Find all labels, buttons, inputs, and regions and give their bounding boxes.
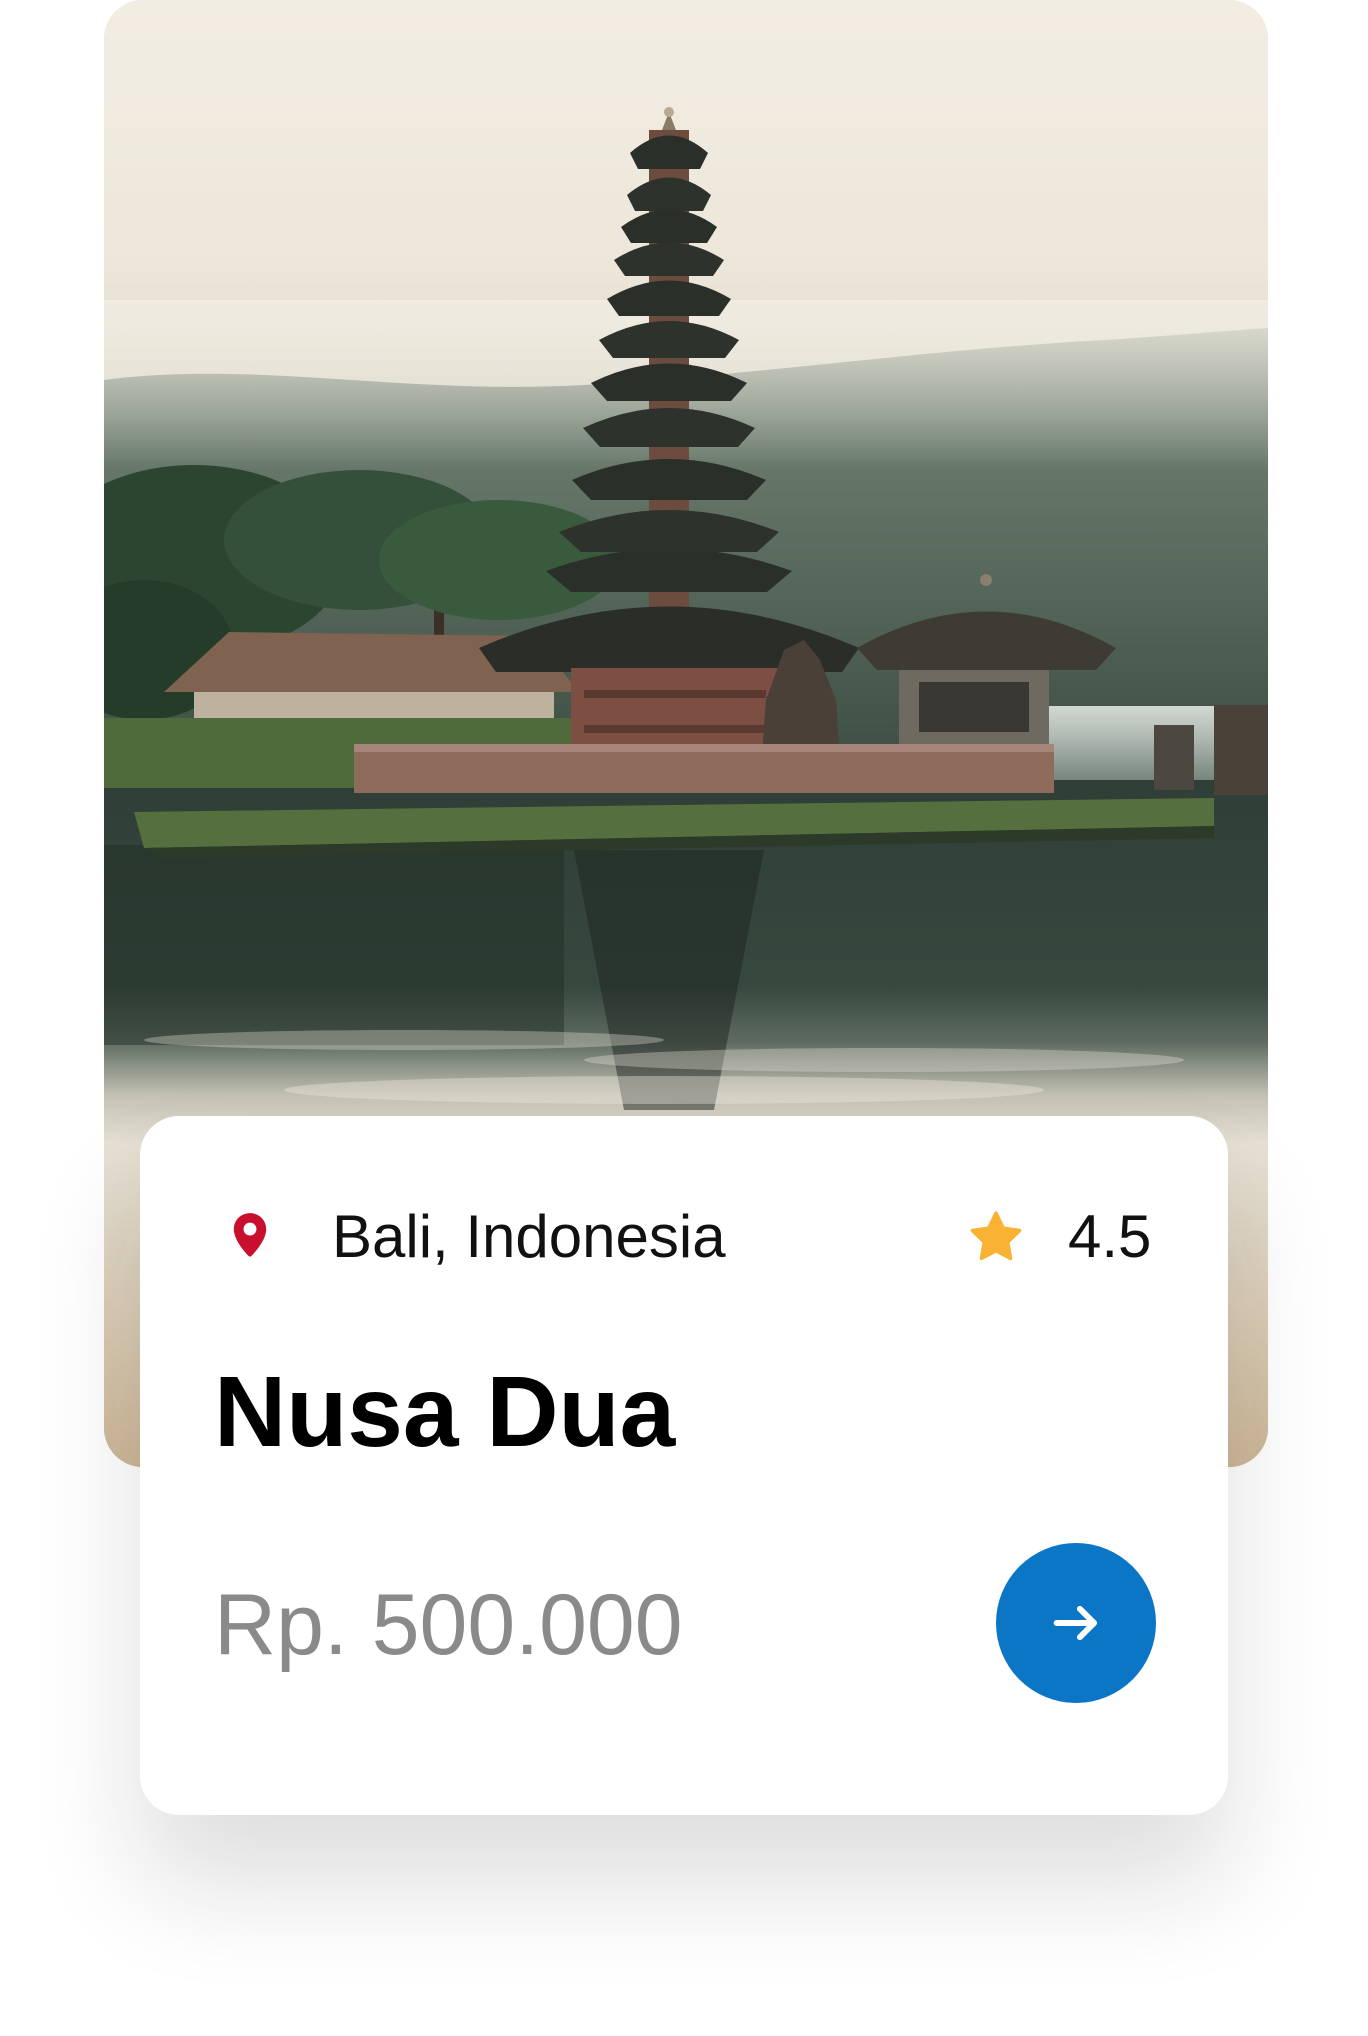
location-pin-icon-graphic [233,1213,267,1257]
ripple [284,1076,1044,1104]
arrow-shape [1053,1605,1098,1641]
pavilion-finial [980,574,992,586]
pavilion-opening [919,682,1029,732]
temple-ornament [584,725,766,733]
ripple [144,1030,664,1050]
temple-wall [354,748,1054,793]
destination-info-card: Bali, Indonesia 4.5 Nusa Dua Rp. 500.000 [140,1116,1228,1815]
pin-hole [243,1222,257,1236]
star-shape [970,1211,1022,1261]
star-icon-graphic [970,1211,1022,1261]
open-destination-button[interactable] [996,1543,1156,1703]
tree-reflection [104,845,564,1045]
ripple [584,1048,1184,1072]
temple-ornament [584,690,766,698]
star-icon [965,1206,1027,1268]
arrow-right-icon [1045,1592,1107,1654]
price-label: Rp. 500.000 [214,1577,683,1673]
rating-value: 4.5 [1068,1203,1152,1270]
arrow-right-icon-graphic [1053,1605,1098,1641]
temple-wall-cap [354,744,1054,752]
location-pin-icon [225,1210,275,1264]
destination-card-screen: Bali, Indonesia 4.5 Nusa Dua Rp. 500.000 [0,0,1368,2036]
statue [1214,705,1268,795]
pagoda-finial [664,107,674,117]
statue [1154,725,1194,790]
location-label: Bali, Indonesia [332,1203,726,1270]
destination-title: Nusa Dua [214,1356,676,1468]
